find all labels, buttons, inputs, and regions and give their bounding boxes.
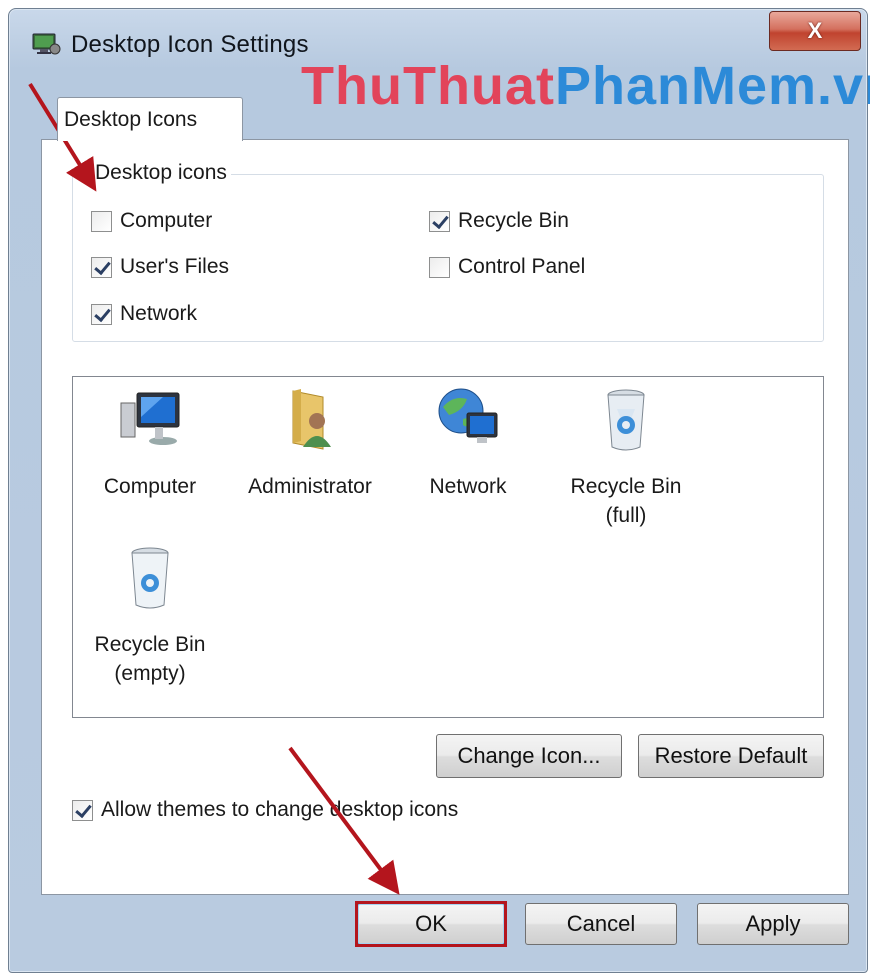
checkbox-recycle-bin-label: Recycle Bin [458, 209, 569, 232]
checkbox-allow-themes-box[interactable] [72, 799, 93, 821]
list-item-administrator[interactable]: Administrator [235, 385, 385, 502]
change-icon-button[interactable]: Change Icon... [436, 734, 622, 778]
group-legend: Desktop icons [91, 161, 231, 185]
annotation-ok-highlight [355, 901, 507, 947]
checkbox-allow-themes[interactable]: Allow themes to change desktop icons [72, 798, 458, 822]
cancel-button[interactable]: Cancel [525, 903, 677, 945]
tab-desktop-icons[interactable]: Desktop Icons [57, 97, 243, 141]
apply-button[interactable]: Apply [697, 903, 849, 945]
checkbox-users-files[interactable]: User's Files [91, 255, 229, 279]
checkbox-network-box[interactable] [91, 303, 112, 325]
checkbox-recycle-bin-box[interactable] [429, 210, 450, 232]
computer-icon [120, 392, 180, 445]
checkbox-control-panel[interactable]: Control Panel [429, 255, 585, 279]
list-item-network[interactable]: Network [393, 385, 543, 502]
network-icon [438, 388, 498, 443]
checkbox-computer-box[interactable] [91, 210, 112, 232]
checkbox-network[interactable]: Network [91, 302, 197, 326]
checkbox-control-panel-label: Control Panel [458, 255, 586, 278]
dialog-window: Desktop Icon Settings X ThuThuat PhanMem.… [8, 8, 870, 973]
checkbox-computer-label: Computer [120, 209, 213, 232]
checkbox-allow-themes-label: Allow themes to change desktop icons [101, 798, 459, 821]
window-title: Desktop Icon Settings [71, 31, 309, 58]
checkbox-computer[interactable]: Computer [91, 209, 212, 233]
recycle-bin-full-icon [607, 389, 645, 451]
checkbox-network-label: Network [120, 302, 198, 325]
client-area: Desktop Icons Desktop icons Computer Rec… [31, 89, 857, 899]
desktop-icons-group: Desktop icons Computer Recycle Bin User'… [72, 161, 824, 342]
icon-label: Administrator [248, 475, 372, 499]
list-item-computer[interactable]: Computer [75, 385, 225, 502]
checkbox-recycle-bin[interactable]: Recycle Bin [429, 209, 569, 233]
icon-label: Recycle Bin (empty) [94, 633, 206, 685]
checkbox-control-panel-box[interactable] [429, 256, 450, 278]
recycle-bin-empty-icon [131, 547, 169, 609]
desktop-settings-icon [32, 33, 61, 55]
user-folder-icon [292, 389, 331, 450]
close-button[interactable]: X [769, 11, 861, 51]
list-item-recycle-bin-empty[interactable]: Recycle Bin (empty) [75, 543, 225, 688]
checkbox-users-files-box[interactable] [91, 256, 112, 278]
checkbox-users-files-label: User's Files [120, 255, 230, 278]
icon-label: Network [429, 475, 507, 499]
restore-default-button[interactable]: Restore Default [638, 734, 824, 778]
list-item-recycle-bin-full[interactable]: Recycle Bin (full) [551, 385, 701, 530]
icon-label: Computer [103, 475, 197, 499]
icon-list[interactable]: Computer Administrator Network Recycle B… [72, 376, 824, 718]
tab-panel: Desktop icons Computer Recycle Bin User'… [41, 139, 849, 895]
icon-label: Recycle Bin (full) [570, 475, 682, 527]
